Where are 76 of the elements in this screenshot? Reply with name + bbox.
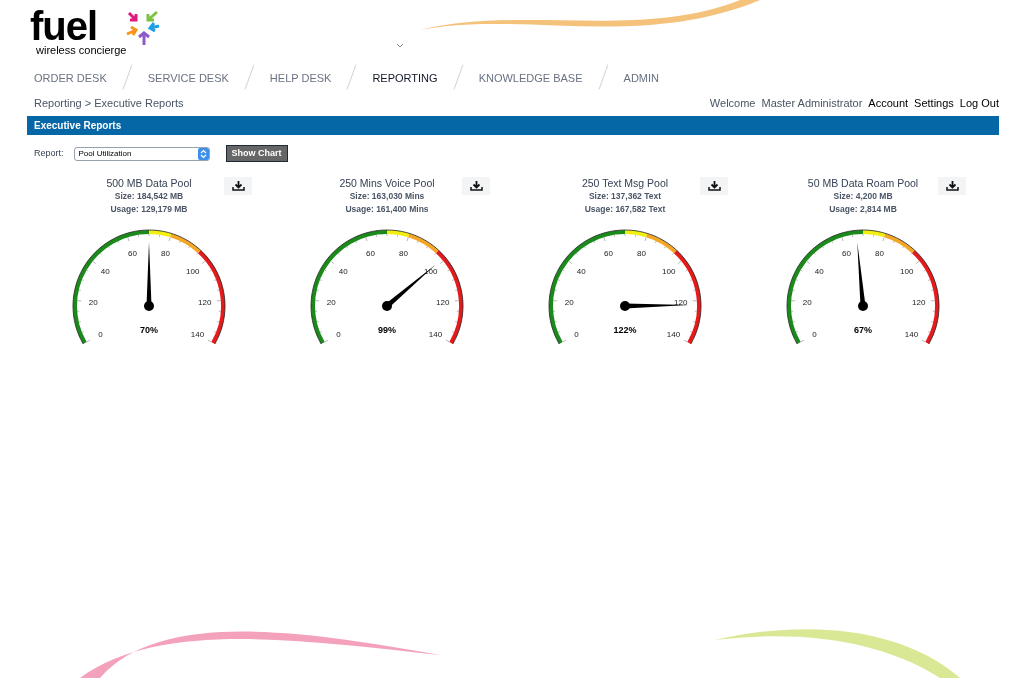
pool-usage-text: Usage: 2,814 MB [829,203,897,216]
gauge-tick-label: 120 [912,297,926,307]
gauge-tick-label: 40 [576,267,586,277]
download-button[interactable] [462,177,490,195]
gauge-tick-label: 120 [674,297,688,307]
gauge-tick-label: 0 [336,330,341,339]
gauge-reading: 67% [854,325,872,335]
gauge-tick-label: 140 [904,330,919,339]
gauge-reading: 99% [378,325,396,335]
pool-size-text: Size: 184,542 MB [114,190,184,203]
gauge-tick-label: 20 [88,297,98,307]
arrows-logo-icon [126,10,161,46]
user-name: Master Administrator [761,95,863,111]
gauge-reading: 122% [613,325,637,335]
download-icon [469,181,483,191]
download-button[interactable] [700,177,728,195]
nav-tab[interactable]: REPORTING [372,72,438,84]
gauge-tick-label: 100 [900,267,914,277]
download-button[interactable] [224,177,252,195]
gauge-reading: 70% [140,325,158,335]
nav-tab[interactable]: KNOWLEDGE BASE [478,72,583,84]
gauge-tick-label: 140 [190,330,205,339]
gauge-tick-label: 40 [814,267,824,277]
report-label: Report: [34,146,64,160]
gauge-tick-label: 120 [436,297,450,307]
user-link[interactable]: Log Out [959,94,999,112]
welcome-text: Welcome [709,95,756,111]
pool-size-text: Size: 163,030 Mins [349,190,425,203]
gauge-tick-label: 40 [100,267,110,277]
report-dropdown[interactable]: Pool Utilization [73,146,210,161]
show-chart-button[interactable]: Show Chart [225,145,288,162]
pool-size-text: Size: 4,200 MB [833,190,893,203]
gauge-tick-label: 60 [366,248,375,258]
gauge-tick-label: 80 [875,248,884,258]
download-icon [945,181,959,191]
nav-tab[interactable]: HELP DESK [269,72,332,84]
nav-tab[interactable]: ORDER DESK [34,72,107,84]
logo-wordmark: fuel [30,8,98,44]
stepper-arrows-icon [197,147,209,160]
gauge-title: 250 Text Msg Pool [581,177,669,190]
gauge-tick-label: 40 [338,267,348,277]
download-icon [231,181,245,191]
breadcrumb: Reporting > Executive Reports [34,95,184,111]
nav-tab[interactable]: SERVICE DESK [147,72,229,84]
pool-usage-text: Usage: 161,400 Mins [345,203,429,216]
logo-tagline: wireless concierge [35,44,127,56]
gauge-tick-label: 60 [128,248,137,258]
gauge-tick-label: 80 [399,248,408,258]
gauge-tick-label: 0 [812,330,817,339]
pool-usage-text: Usage: 167,582 Text [584,203,666,216]
gauge-tick-label: 140 [428,330,443,339]
gauge-tick-label: 20 [802,297,812,307]
gauge-tick-label: 60 [604,248,613,258]
gauge-tick-label: 120 [198,297,212,307]
gauge-tick-label: 20 [326,297,336,307]
gauge-tick-label: 80 [637,248,646,258]
user-link[interactable]: Account [868,94,909,112]
gauge-tick-label: 100 [186,267,200,277]
gauge-title: 50 MB Data Roam Pool [807,177,919,190]
chevron-down-icon [396,43,405,48]
gauge-tick-label: 80 [161,248,170,258]
gauge-title: 500 MB Data Pool [106,177,192,190]
nav-tab[interactable]: ADMIN [623,72,659,84]
download-icon [707,181,721,191]
gauge-tick-label: 100 [662,267,676,277]
gauge-tick-label: 60 [842,248,851,258]
section-title: Executive Reports [34,119,122,133]
gauge-title: 250 Mins Voice Pool [339,177,435,190]
gauge-tick-label: 140 [666,330,681,339]
gauge-tick-label: 0 [98,330,103,339]
gauge-tick-label: 0 [574,330,579,339]
pool-usage-text: Usage: 129,179 MB [110,203,188,216]
download-button[interactable] [938,177,966,195]
gauge-tick-label: 20 [564,297,574,307]
user-link[interactable]: Settings [914,94,954,112]
pool-size-text: Size: 137,362 Text [588,190,662,203]
